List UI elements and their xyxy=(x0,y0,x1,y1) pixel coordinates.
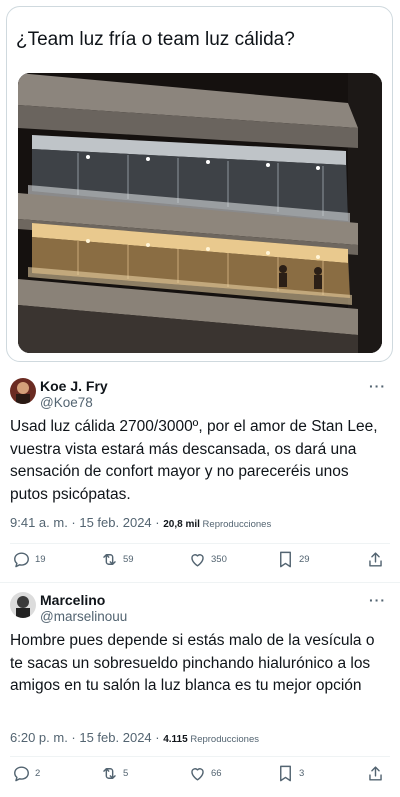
tweet-text: Usad luz cálida 2700/3000º, por el amor … xyxy=(10,418,378,503)
retweet-button[interactable]: 5 xyxy=(100,764,128,783)
like-count: 66 xyxy=(211,768,222,779)
reply-button[interactable]: 2 xyxy=(12,764,40,783)
reply-tweet-1: Koe J. Fry @Koe78 ··· Usad luz cálida 27… xyxy=(0,370,400,580)
retweet-count: 59 xyxy=(123,554,134,565)
retweet-icon xyxy=(103,554,116,565)
divider xyxy=(10,543,390,544)
share-button[interactable] xyxy=(366,764,385,783)
tweet-timestamp[interactable]: 9:41 a. m. · 15 feb. 2024 · xyxy=(10,515,163,530)
tweet-text: Hombre pues depende si estás malo de la … xyxy=(10,632,375,694)
views-label: Reproducciones xyxy=(199,519,272,530)
like-count: 350 xyxy=(211,554,227,565)
author-handle[interactable]: @marselinouu xyxy=(40,609,127,624)
reply-icon xyxy=(14,552,29,568)
share-icon xyxy=(369,766,382,781)
bookmark-count: 29 xyxy=(299,554,310,565)
reply-button[interactable]: 19 xyxy=(12,550,46,569)
share-button[interactable] xyxy=(366,550,385,569)
views-count: 4.115 xyxy=(163,734,188,745)
reply-tweet-2: Marcelino @marselinouu ··· Hombre pues d… xyxy=(0,584,400,797)
views-count: 20,8 mil xyxy=(163,519,200,530)
bookmark-button[interactable]: 3 xyxy=(276,764,304,783)
author-handle[interactable]: @Koe78 xyxy=(40,395,93,410)
heart-icon xyxy=(191,768,204,781)
avatar[interactable] xyxy=(10,592,36,618)
reply-count: 19 xyxy=(35,554,46,565)
author-name[interactable]: Marcelino xyxy=(40,592,105,608)
like-button[interactable]: 350 xyxy=(188,550,227,569)
divider xyxy=(10,756,390,757)
balcony-photo-drawing xyxy=(18,73,382,353)
reply-icon xyxy=(14,766,29,782)
like-button[interactable]: 66 xyxy=(188,764,222,783)
tweet-timestamp[interactable]: 6:20 p. m. · 15 feb. 2024 · xyxy=(10,730,163,745)
reply-count: 2 xyxy=(35,768,41,779)
more-options-icon[interactable]: ··· xyxy=(369,592,386,608)
balcony-photo[interactable] xyxy=(18,73,382,353)
retweet-button[interactable]: 59 xyxy=(100,550,134,569)
tweet-meta: 9:41 a. m. · 15 feb. 2024 · 20,8 mil Rep… xyxy=(10,515,271,530)
tweet-meta: 6:20 p. m. · 15 feb. 2024 · 4.115 Reprod… xyxy=(10,730,259,745)
avatar[interactable] xyxy=(10,378,36,404)
quoted-post-card[interactable]: ¿Team luz fría o team luz cálida? xyxy=(6,6,393,362)
quoted-post-text: ¿Team luz fría o team luz cálida? xyxy=(16,29,295,50)
share-icon xyxy=(369,552,382,567)
retweet-count: 5 xyxy=(123,768,129,779)
tweet-separator xyxy=(0,582,400,583)
author-name[interactable]: Koe J. Fry xyxy=(40,378,108,394)
retweet-icon xyxy=(103,768,116,779)
bookmark-button[interactable]: 29 xyxy=(276,550,310,569)
heart-icon xyxy=(191,554,204,567)
bookmark-icon xyxy=(280,551,291,568)
bookmark-icon xyxy=(280,765,291,782)
more-options-icon[interactable]: ··· xyxy=(369,378,386,394)
bookmark-count: 3 xyxy=(299,768,305,779)
views-label: Reproducciones xyxy=(187,734,259,745)
